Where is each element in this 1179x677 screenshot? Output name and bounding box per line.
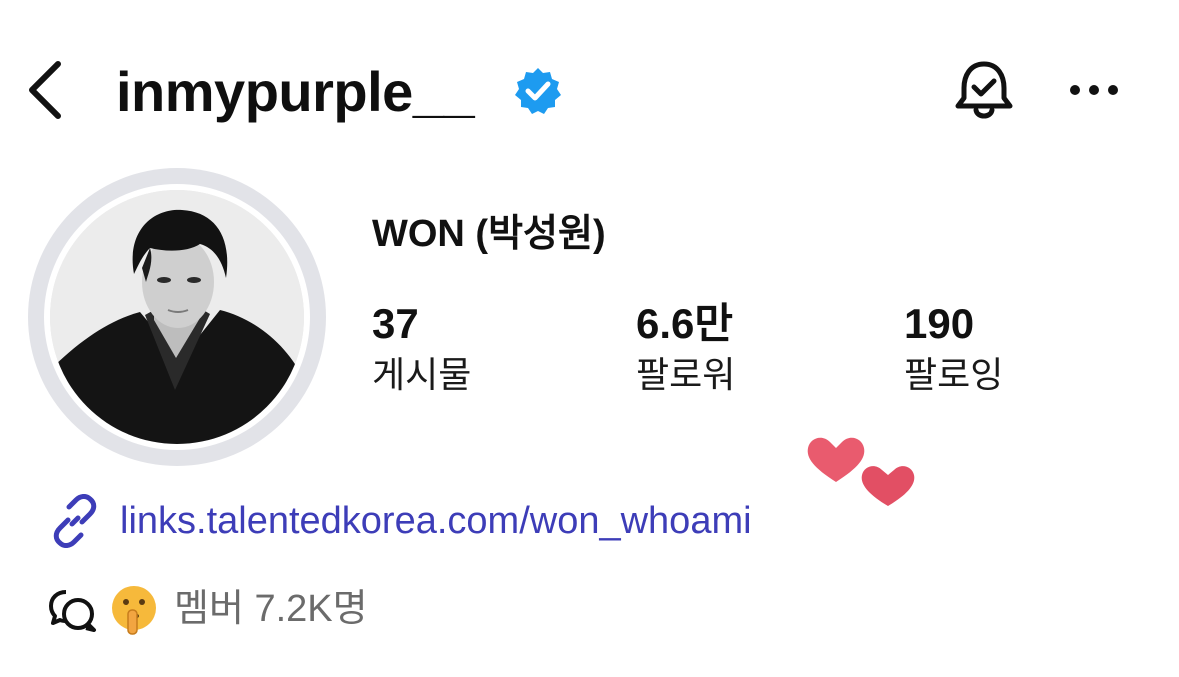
display-name: WON (박성원)	[372, 213, 606, 255]
back-button[interactable]	[22, 58, 70, 122]
bio-link[interactable]: links.talentedkorea.com/won_whoami	[120, 496, 752, 546]
chat-bubbles-icon	[48, 586, 98, 636]
more-options-button[interactable]	[1068, 76, 1120, 104]
bell-check-icon	[955, 61, 1013, 119]
followers-count[interactable]: 6.6만	[636, 298, 733, 350]
notifications-button[interactable]	[950, 58, 1018, 126]
link-icon	[48, 494, 102, 548]
following-count[interactable]: 190	[904, 298, 974, 350]
avatar[interactable]	[50, 190, 304, 444]
more-horizontal-icon	[1070, 85, 1118, 95]
chevron-left-icon	[29, 61, 61, 119]
following-label[interactable]: 팔로잉	[904, 352, 1003, 398]
community-members[interactable]: 멤버 7.2K명	[174, 584, 368, 634]
shushing-face-emoji	[108, 584, 160, 636]
followers-label[interactable]: 팔로워	[636, 352, 735, 398]
posts-label[interactable]: 게시물	[372, 352, 471, 398]
posts-count[interactable]: 37	[372, 298, 419, 350]
two-hearts-sticker	[804, 432, 918, 508]
verified-badge-icon	[513, 66, 563, 116]
profile-username: inmypurple__	[116, 60, 475, 123]
